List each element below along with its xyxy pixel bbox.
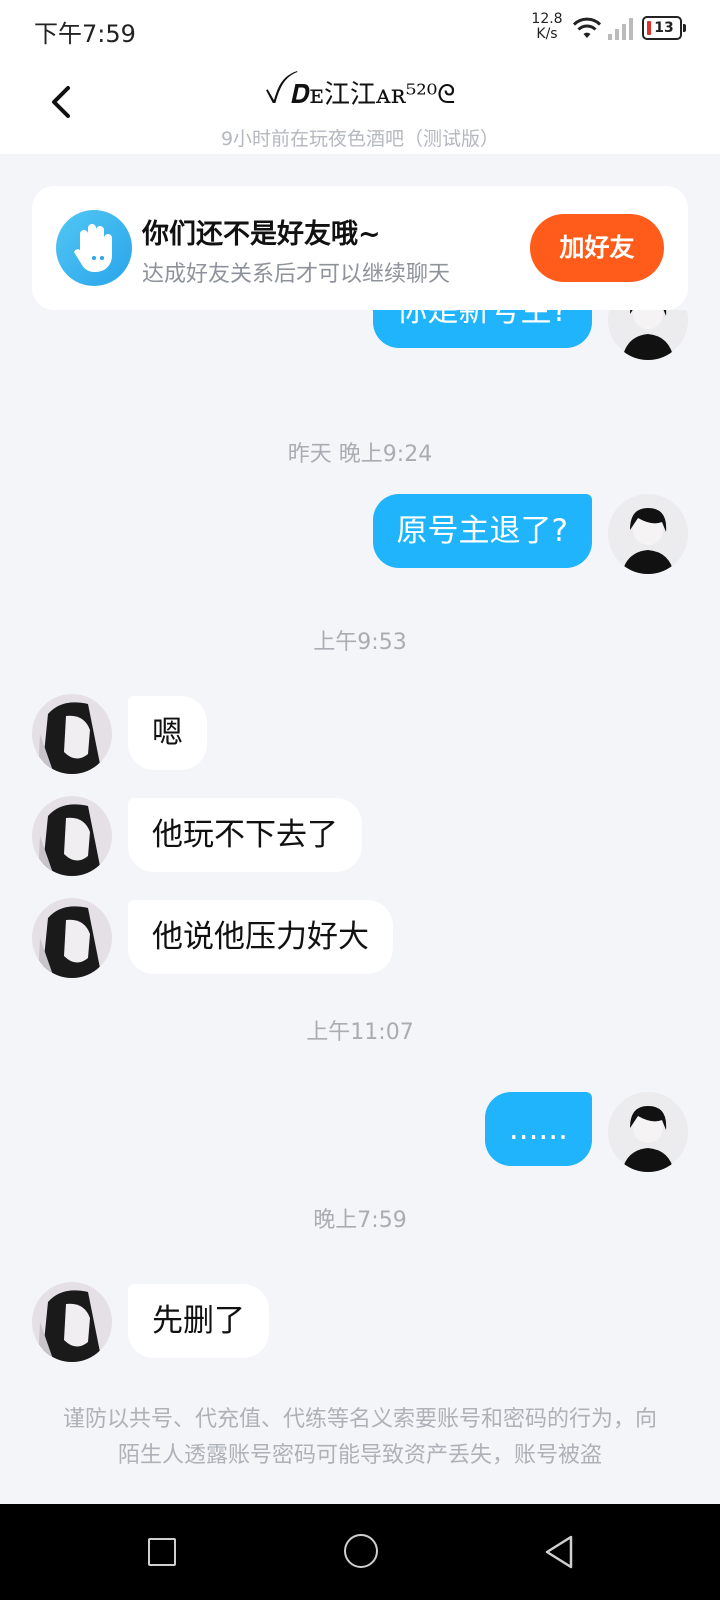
hand-wave-icon [56, 210, 132, 286]
chat-subtitle: 9小时前在玩夜色酒吧（测试版） [220, 128, 500, 150]
avatar-contact[interactable] [32, 1282, 112, 1362]
wifi-icon [572, 17, 602, 38]
timestamp: 上午11:07 [306, 1020, 414, 1045]
avatar-me[interactable] [608, 494, 688, 574]
message-bubble-me[interactable]: 你是新号主? [372, 310, 592, 348]
banner-title: 你们还不是好友哦~ [142, 219, 381, 250]
message-bubble-contact[interactable]: 他说他压力好大 [128, 900, 393, 974]
back-triangle-icon[interactable] [543, 1534, 575, 1570]
network-speed: 12.8 K/s [530, 12, 564, 42]
message-bubble-me[interactable]: ...... [484, 1092, 592, 1166]
status-bar: 下午7:59 12.8 K/s 13 [0, 0, 720, 58]
message-bubble-contact[interactable]: 他玩不下去了 [128, 798, 362, 872]
battery-icon: 13 [642, 16, 686, 40]
avatar-me[interactable] [608, 1092, 688, 1172]
timestamp: 晚上7:59 [313, 1208, 407, 1233]
security-warning: 谨防以共号、代充值、代练等名义索要账号和密码的行为，向陌生人透露账号密码可能导致… [62, 1407, 657, 1468]
message-bubble-contact[interactable]: 先删了 [128, 1284, 269, 1358]
avatar-contact[interactable] [32, 796, 112, 876]
navigation-bar [0, 1504, 720, 1600]
avatar-contact[interactable] [32, 898, 112, 978]
network-speed-unit: K/s [536, 26, 558, 42]
message-list[interactable]: 你是新号主? 昨天 晚上9:24 原号主退了? 上午9:53 嗯 他玩不下去了 … [0, 310, 720, 1500]
add-friend-button[interactable]: 加好友 [530, 214, 664, 282]
signal-icon [608, 18, 633, 40]
timestamp: 昨天 晚上9:24 [287, 442, 433, 467]
status-time: 下午7:59 [34, 20, 136, 48]
network-speed-value: 12.8 [531, 11, 563, 27]
message-bubble-me[interactable]: 原号主退了? [372, 494, 592, 568]
banner-subtitle: 达成好友关系后才可以继续聊天 [142, 262, 451, 287]
home-button[interactable] [344, 1534, 378, 1568]
message-bubble-contact[interactable]: 嗯 [128, 696, 207, 770]
avatar-contact[interactable] [32, 694, 112, 774]
friend-request-banner: 你们还不是好友哦~ 达成好友关系后才可以继续聊天 加好友 [32, 186, 688, 310]
timestamp: 上午9:53 [313, 630, 407, 655]
chat-title[interactable]: ꪜ 𝑫ᴇ江江ᴀʀ⁵²⁰ᘓ [0, 70, 720, 124]
chat-header: ꪜ 𝑫ᴇ江江ᴀʀ⁵²⁰ᘓ 9小时前在玩夜色酒吧（测试版） [0, 58, 720, 154]
recent-apps-button[interactable] [148, 1538, 176, 1566]
avatar-me[interactable] [608, 310, 688, 360]
